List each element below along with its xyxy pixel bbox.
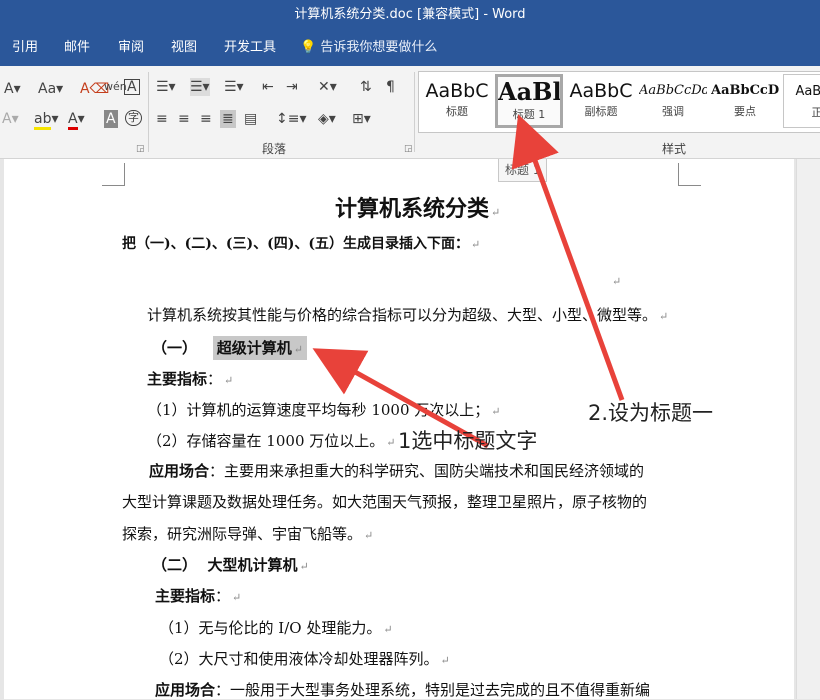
annotation-step1: 1选中标题文字 xyxy=(398,429,538,453)
arrow-step2 xyxy=(511,114,625,401)
annotation-step2: 2.设为标题一 xyxy=(588,401,714,425)
annotation-arrows xyxy=(312,114,625,449)
